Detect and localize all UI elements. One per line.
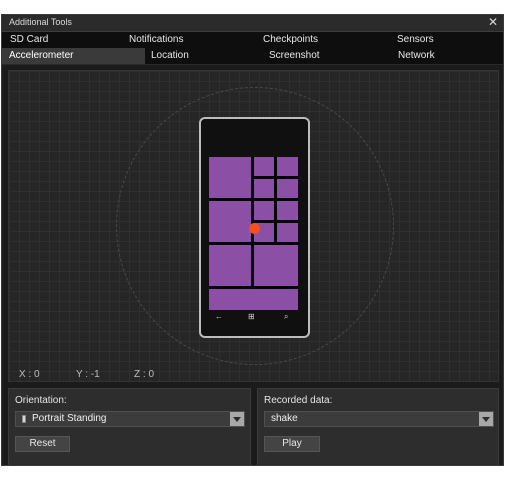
phone-portrait-icon bbox=[22, 415, 26, 423]
recorded-data-dropdown[interactable]: shake bbox=[264, 411, 494, 427]
orientation-panel: Orientation: Portrait Standing Reset bbox=[8, 388, 251, 465]
play-button[interactable]: Play bbox=[264, 436, 320, 452]
window-title: Additional Tools bbox=[9, 17, 72, 27]
y-readout: Y : -1 bbox=[76, 369, 100, 380]
recorded-data-value: shake bbox=[271, 413, 298, 424]
chevron-down-icon[interactable] bbox=[230, 412, 244, 426]
tab-network[interactable]: Network bbox=[398, 48, 435, 64]
title-bar: Additional Tools ✕ bbox=[2, 15, 503, 32]
live-tile bbox=[254, 201, 274, 220]
live-tile bbox=[209, 245, 251, 286]
tab-sd-card[interactable]: SD Card bbox=[10, 32, 48, 48]
live-tile bbox=[254, 179, 274, 198]
live-tile bbox=[277, 179, 298, 198]
tab-accelerometer[interactable]: Accelerometer bbox=[2, 48, 145, 64]
phone-nav-bar: ← ⊞ ⌕ bbox=[209, 312, 298, 326]
orientation-label: Orientation: bbox=[15, 395, 67, 406]
live-tile bbox=[209, 201, 251, 242]
live-tile bbox=[277, 157, 298, 176]
recorded-data-label: Recorded data: bbox=[264, 395, 333, 406]
live-tile bbox=[209, 289, 298, 310]
x-readout: X : 0 bbox=[19, 369, 40, 380]
live-tile bbox=[277, 201, 298, 220]
live-tile bbox=[254, 157, 274, 176]
tab-location[interactable]: Location bbox=[151, 48, 189, 64]
live-tile bbox=[209, 157, 251, 198]
tab-screenshot[interactable]: Screenshot bbox=[269, 48, 320, 64]
z-readout: Z : 0 bbox=[134, 369, 155, 380]
close-icon[interactable]: ✕ bbox=[488, 15, 498, 29]
orientation-dropdown[interactable]: Portrait Standing bbox=[15, 411, 245, 427]
tab-checkpoints[interactable]: Checkpoints bbox=[263, 32, 318, 48]
windows-icon: ⊞ bbox=[248, 312, 255, 321]
tab-row-2: Accelerometer Location Screenshot Networ… bbox=[2, 48, 503, 65]
accelerometer-canvas: ← ⊞ ⌕ X : 0 Y : -1 Z : 0 bbox=[8, 70, 499, 382]
phone-model[interactable]: ← ⊞ ⌕ bbox=[199, 117, 310, 338]
search-icon: ⌕ bbox=[284, 312, 289, 321]
reset-button[interactable]: Reset bbox=[15, 436, 70, 452]
additional-tools-window: Additional Tools ✕ SD Card Notifications… bbox=[1, 14, 504, 466]
live-tile bbox=[277, 223, 298, 242]
tab-sensors[interactable]: Sensors bbox=[397, 32, 434, 48]
phone-screen bbox=[209, 157, 298, 310]
back-icon: ← bbox=[215, 312, 223, 321]
tilt-indicator-dot[interactable] bbox=[249, 223, 260, 234]
recorded-data-panel: Recorded data: shake Play bbox=[257, 388, 499, 465]
tab-notifications[interactable]: Notifications bbox=[129, 32, 183, 48]
tab-row-1: SD Card Notifications Checkpoints Sensor… bbox=[2, 32, 503, 48]
live-tile bbox=[254, 245, 298, 286]
chevron-down-icon[interactable] bbox=[479, 412, 493, 426]
orientation-value: Portrait Standing bbox=[32, 413, 107, 424]
